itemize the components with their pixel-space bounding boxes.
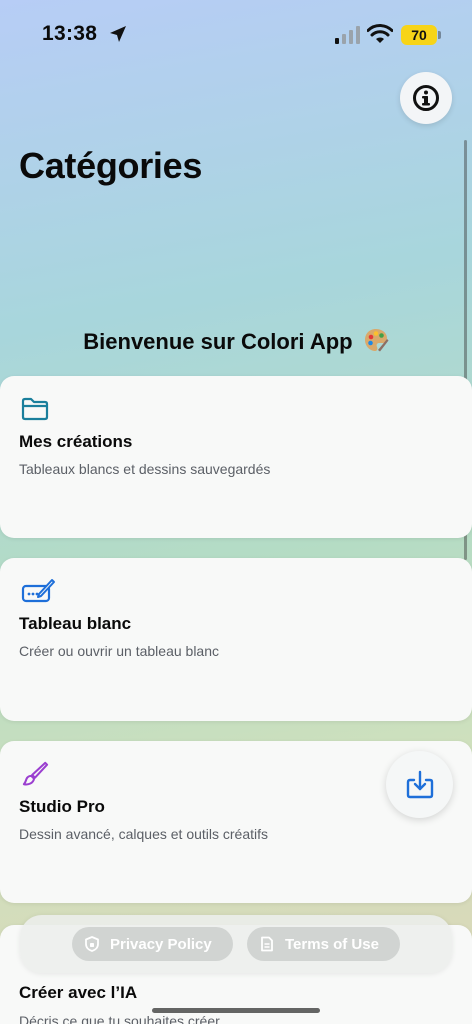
pen-on-board-icon	[21, 579, 55, 603]
card-description: Décris ce que tu souhaites créer.	[19, 1013, 223, 1024]
download-button[interactable]	[386, 751, 453, 818]
folder-icon	[21, 397, 49, 421]
status-time: 13:38	[42, 22, 98, 45]
battery-level: 70	[411, 27, 427, 43]
home-indicator[interactable]	[152, 1008, 320, 1013]
card-title: Créer avec l’IA	[19, 983, 138, 1002]
footer-bar: Privacy Policy Terms of Use	[20, 915, 452, 973]
category-card-mes-creations[interactable]: Mes créations Tableaux blancs et dessins…	[0, 376, 472, 538]
card-title: Mes créations	[19, 432, 133, 451]
info-icon	[413, 85, 439, 111]
privacy-policy-button[interactable]: Privacy Policy	[72, 927, 233, 961]
welcome-text: Bienvenue sur Colori App	[83, 329, 353, 354]
card-description: Tableaux blancs et dessins sauvegardés	[19, 461, 271, 477]
shield-icon	[85, 936, 99, 952]
card-description: Dessin avancé, calques et outils créatif…	[19, 826, 269, 842]
welcome-heading: Bienvenue sur Colori App	[0, 327, 472, 355]
battery-indicator: 70	[401, 25, 441, 45]
card-title: Studio Pro	[19, 797, 105, 816]
status-bar: 13:38 70	[0, 0, 472, 70]
location-arrow-icon	[110, 26, 126, 42]
info-button[interactable]	[400, 72, 452, 124]
category-card-tableau-blanc[interactable]: Tableau blanc Créer ou ouvrir un tableau…	[0, 558, 472, 721]
page-title: Catégories	[19, 145, 203, 186]
privacy-policy-label: Privacy Policy	[110, 935, 212, 953]
terms-of-use-button[interactable]: Terms of Use	[247, 927, 400, 961]
wifi-icon	[367, 24, 393, 43]
card-description: Créer ou ouvrir un tableau blanc	[19, 643, 220, 659]
document-icon	[261, 936, 273, 952]
paintbrush-icon	[22, 761, 49, 786]
card-title: Tableau blanc	[19, 614, 132, 633]
palette-icon	[364, 329, 389, 352]
download-tray-icon	[406, 770, 433, 798]
terms-of-use-label: Terms of Use	[285, 935, 379, 953]
cellular-signal-icon	[335, 26, 360, 44]
